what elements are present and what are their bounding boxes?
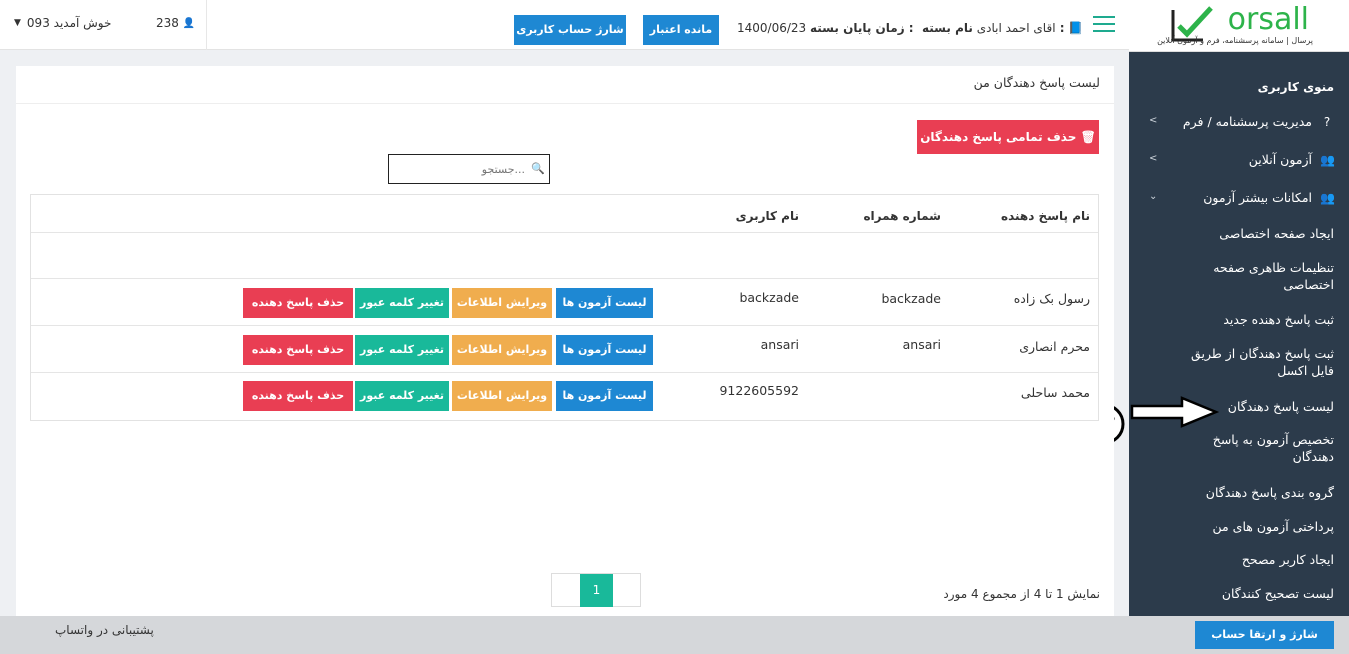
search-input[interactable] xyxy=(395,156,525,182)
change-password-button[interactable]: تغییر کلمه عبور xyxy=(355,381,449,411)
edit-info-button[interactable]: ویرایش اطلاعات xyxy=(452,381,552,411)
exam-list-button[interactable]: لیست آزمون ها xyxy=(556,381,653,411)
page-title: لیست پاسخ دهندگان من xyxy=(973,75,1100,90)
credit-balance-button[interactable]: مانده اعتبار xyxy=(643,15,719,45)
cell-username: backzade xyxy=(739,290,799,305)
delete-respondent-button[interactable]: حذف پاسخ دهنده xyxy=(243,288,353,318)
change-password-button[interactable]: تغییر کلمه عبور xyxy=(355,335,449,365)
pagination-info: نمایش 1 تا 4 از مجموع 4 مورد xyxy=(943,587,1100,601)
question-icon: ? xyxy=(1323,114,1331,129)
sidebar-sub-create-grader[interactable]: ایجاد کاربر مصحح xyxy=(1184,551,1334,568)
search-icon: 🔍 xyxy=(531,162,545,175)
sidebar-item-label: آزمون آنلاین xyxy=(1248,152,1312,167)
sidebar-item-online-exam[interactable]: آزمون آنلاین 👥 xyxy=(1248,152,1335,167)
divider xyxy=(31,232,1098,233)
respondents-table: نام پاسخ دهنده شماره همراه نام کاربری رس… xyxy=(30,194,1099,421)
chevron-left-icon: < xyxy=(1149,115,1158,126)
sidebar-sub-create-page[interactable]: ایجاد صفحه اختصاصی xyxy=(1184,225,1334,242)
logo-text: orsall xyxy=(1227,2,1309,37)
search-box: 🔍 xyxy=(388,154,550,184)
divider xyxy=(31,278,1098,279)
package-end-label: زمان پایان بسته : xyxy=(810,21,914,35)
exam-list-button[interactable]: لیست آزمون ها xyxy=(556,335,653,365)
book-icon: 📘 xyxy=(1068,21,1084,35)
package-name-value: اقای احمد ابادی xyxy=(976,21,1056,35)
sidebar-sub-page-settings[interactable]: تنظیمات ظاهری صفحه اختصاصی xyxy=(1184,259,1334,293)
column-header-phone[interactable]: شماره همراه xyxy=(863,209,941,223)
page-button[interactable]: 1 xyxy=(580,574,613,607)
sidebar-item-questionnaire[interactable]: مدیریت پرسشنامه / فرم ? xyxy=(1183,114,1334,129)
package-name-info: اقای احمد ابادی نام بسته : 📘 xyxy=(922,21,1083,35)
user-menu-dropdown[interactable]: ▼ 093 خوش آمدید xyxy=(14,16,111,30)
sidebar-item-label: مدیریت پرسشنامه / فرم xyxy=(1182,114,1312,129)
logo[interactable]: orsall پرسال | سامانه پرسشنامه، فرم و آز… xyxy=(1129,0,1349,52)
pagination: 1 xyxy=(551,573,641,607)
chevron-down-icon: ⌄ xyxy=(1149,191,1158,202)
sidebar: منوی کاربری مدیریت پرسشنامه / فرم ? < آز… xyxy=(1129,52,1349,618)
delete-all-label: حذف تمامی پاسخ دهندگان xyxy=(920,130,1077,144)
package-end-date: 1400/06/23 xyxy=(737,21,807,35)
footer-bar: پشتیبانی در واتساپ شارژ و ارتقا حساب کار… xyxy=(0,616,1349,654)
exam-list-button[interactable]: لیست آزمون ها xyxy=(556,288,653,318)
logo-subtitle: پرسال | سامانه پرسشنامه، فرم و آزمون آنل… xyxy=(1157,36,1313,45)
upgrade-label: شارژ و ارتقا حساب کاربری xyxy=(1211,628,1318,641)
divider xyxy=(206,0,207,50)
sidebar-title: منوی کاربری xyxy=(1257,80,1334,94)
menu-toggle-icon[interactable] xyxy=(1093,16,1115,32)
cell-phone: ansari xyxy=(902,337,941,352)
package-end-info: 1400/06/23 زمان پایان بسته : xyxy=(737,21,914,35)
sidebar-item-label: امکانات بیشتر آزمون xyxy=(1203,190,1312,205)
column-header-username[interactable]: نام کاربری xyxy=(736,209,799,223)
cell-username: ansari xyxy=(760,337,799,352)
user-count-value: 238 xyxy=(156,16,179,30)
cell-name: محمد ساحلی xyxy=(1020,385,1090,400)
sidebar-sub-grader-list[interactable]: لیست تصحیح کنندگان xyxy=(1184,585,1334,602)
edit-info-button[interactable]: ویرایش اطلاعات xyxy=(452,335,552,365)
cell-name: رسول بک زاده xyxy=(1013,291,1090,306)
sidebar-sub-excel-import[interactable]: ثبت پاسخ دهندگان از طریق فایل اکسل xyxy=(1184,345,1334,379)
delete-respondent-button[interactable]: حذف پاسخ دهنده xyxy=(243,381,353,411)
cell-name: محرم انصاری xyxy=(1019,339,1090,354)
delete-all-button[interactable]: حذف تمامی پاسخ دهندگان 🗑 xyxy=(917,120,1099,154)
sidebar-sub-grouping[interactable]: گروه بندی پاسخ دهندگان xyxy=(1184,484,1334,501)
welcome-label: 093 خوش آمدید xyxy=(26,16,112,30)
user-icon: 👤 xyxy=(182,17,196,29)
trash-icon: 🗑 xyxy=(1080,130,1096,144)
charge-account-button[interactable]: شارژ حساب کاربری xyxy=(514,15,626,45)
sidebar-sub-payments[interactable]: پرداختی آزمون های من xyxy=(1184,518,1335,535)
edit-info-button[interactable]: ویرایش اطلاعات xyxy=(452,288,552,318)
divider xyxy=(31,325,1098,326)
chevron-left-icon: < xyxy=(1149,153,1158,164)
whatsapp-support-link[interactable]: پشتیبانی در واتساپ xyxy=(55,623,154,637)
card-header: لیست پاسخ دهندگان من xyxy=(16,66,1114,104)
delete-respondent-button[interactable]: حذف پاسخ دهنده xyxy=(243,335,353,365)
cell-phone: backzade xyxy=(881,291,941,306)
cell-username: 9122605592 xyxy=(719,383,799,398)
change-password-button[interactable]: تغییر کلمه عبور xyxy=(355,288,449,318)
user-count: 238 👤 xyxy=(156,16,195,30)
respondents-card: لیست پاسخ دهندگان من حذف تمامی پاسخ دهند… xyxy=(16,66,1114,618)
sidebar-sub-new-respondent[interactable]: ثبت پاسخ دهنده جدید xyxy=(1184,311,1334,328)
column-header-name[interactable]: نام پاسخ دهنده xyxy=(1001,209,1090,223)
users-icon: 👥 xyxy=(1320,152,1335,167)
sidebar-item-more-exam[interactable]: امکانات بیشتر آزمون 👥 xyxy=(1203,190,1335,205)
upgrade-account-button[interactable]: شارژ و ارتقا حساب کاربری $ xyxy=(1195,621,1334,649)
users-icon: 👥 xyxy=(1320,190,1335,205)
chevron-down-icon: ▼ xyxy=(14,18,21,28)
top-header: ▼ 093 خوش آمدید 238 👤 شارژ حساب کاربری م… xyxy=(0,0,1129,50)
divider xyxy=(31,372,1098,373)
